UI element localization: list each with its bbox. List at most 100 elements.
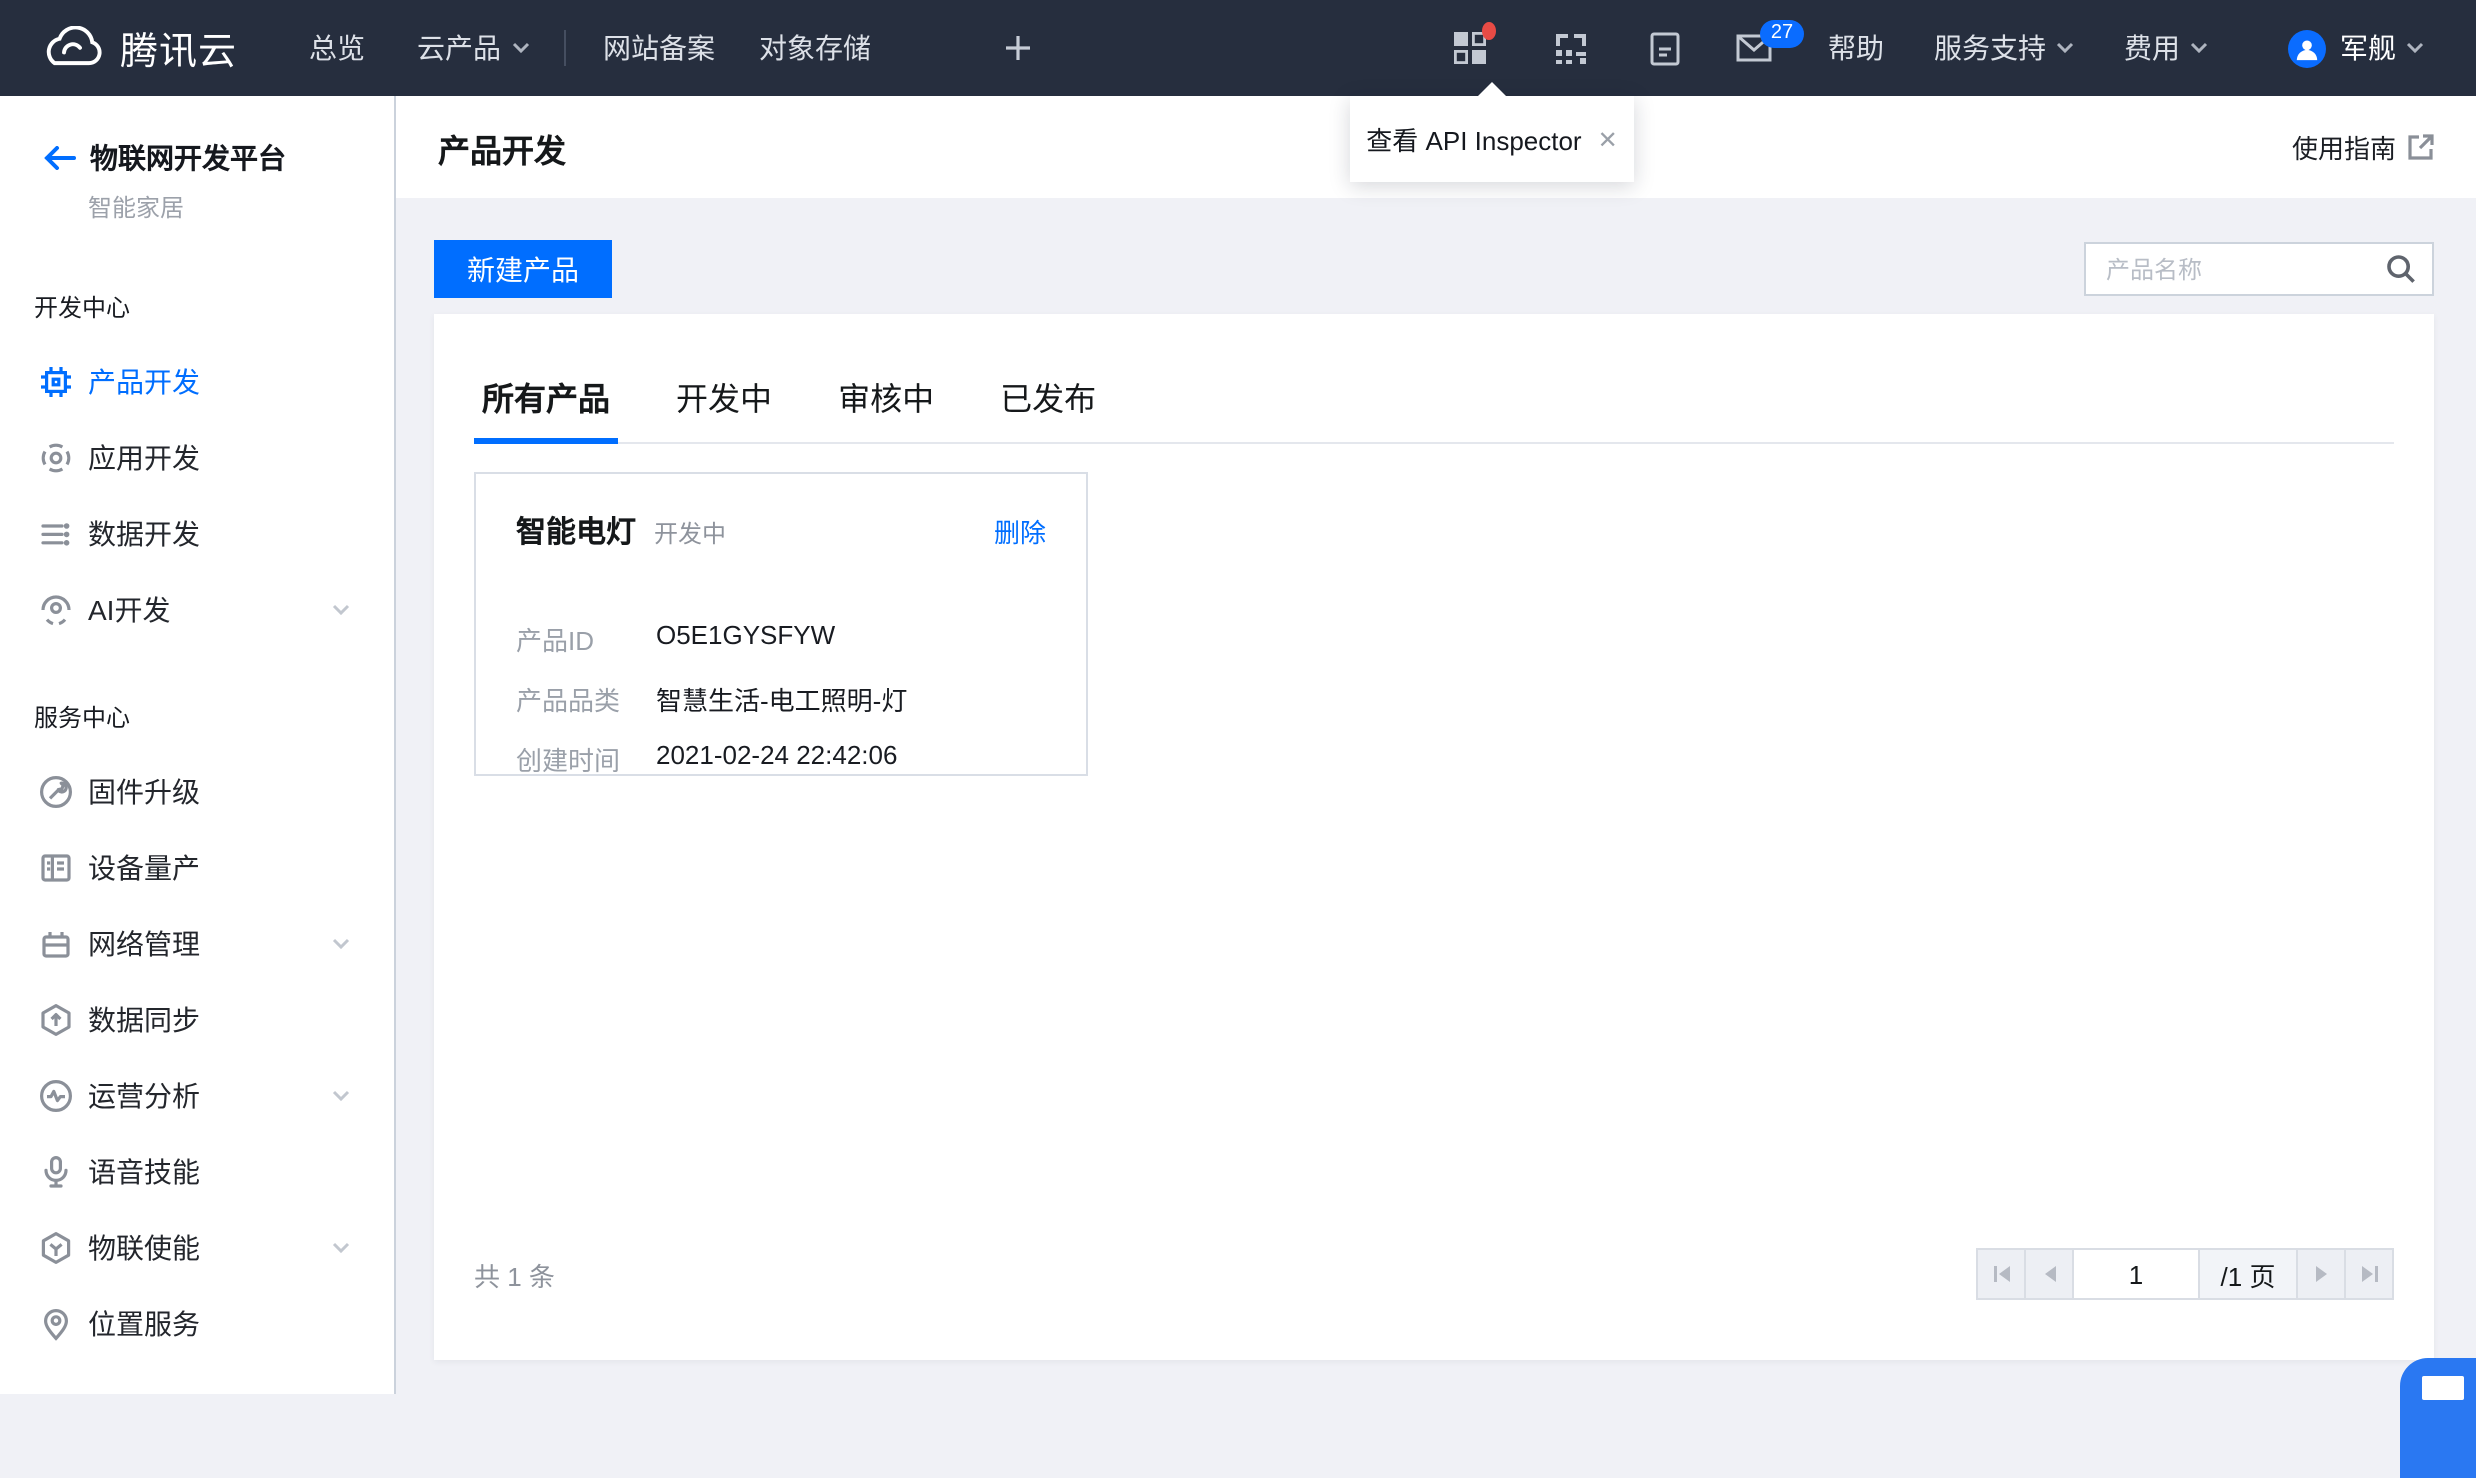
sidebar-item-network-mgmt[interactable]: 网络管理	[0, 906, 394, 982]
page-total-label: /1 页	[2198, 1248, 2298, 1300]
spec-sheet-icon	[38, 850, 74, 886]
app-target-icon	[38, 440, 74, 476]
sidebar-item-location-service[interactable]: 位置服务	[0, 1286, 394, 1362]
chevron-down-icon	[2190, 42, 2208, 54]
pulse-circle-icon	[38, 1078, 74, 1114]
new-product-button[interactable]: 新建产品	[434, 240, 612, 298]
toolbar: 新建产品	[434, 240, 2434, 298]
nav-object-storage[interactable]: 对象存储	[759, 28, 871, 68]
sidebar-item-data-dev[interactable]: 数据开发	[0, 496, 394, 572]
page-number-input[interactable]	[2072, 1248, 2200, 1300]
search-input[interactable]	[2086, 244, 2386, 294]
chat-widget-button[interactable]	[2400, 1358, 2476, 1478]
plus-icon[interactable]	[1003, 34, 1031, 62]
tabs: 所有产品 开发中 审核中 已发布	[474, 314, 2394, 444]
chip-icon	[38, 364, 74, 400]
data-flow-icon	[38, 516, 74, 552]
sidebar-header: 物联网开发平台 智能家居	[0, 96, 394, 224]
topbar: 腾讯云 总览 云产品 网站备案 对象存储	[0, 0, 2476, 96]
page-title: 产品开发	[438, 123, 566, 171]
nav-icp-filing[interactable]: 网站备案	[603, 28, 715, 68]
nav-cloud-products[interactable]: 云产品	[417, 28, 529, 68]
prev-page-button[interactable]	[2024, 1248, 2074, 1300]
chevron-down-icon	[332, 938, 350, 950]
chevron-down-icon	[332, 604, 350, 616]
sidebar-item-ops-analysis[interactable]: 运营分析	[0, 1058, 394, 1134]
product-card-header: 智能电灯 开发中 删除	[516, 510, 1046, 552]
project-name: 智能家居	[88, 190, 394, 224]
back-arrow-icon	[44, 146, 76, 170]
console-title: 物联网开发平台	[90, 138, 286, 178]
chat-icon	[2422, 1376, 2464, 1400]
last-page-button[interactable]	[2344, 1248, 2394, 1300]
field-row-created-at: 创建时间 2021-02-24 22:42:06	[516, 740, 1046, 778]
total-count: 共 1 条	[474, 1255, 555, 1293]
sidebar-item-firmware-upgrade[interactable]: 固件升级	[0, 754, 394, 830]
map-pin-icon	[38, 1306, 74, 1342]
app-root: 腾讯云 总览 云产品 网站备案 对象存储	[0, 0, 2476, 1394]
notification-dot	[1482, 22, 1496, 40]
tab-all-products[interactable]: 所有产品	[474, 372, 618, 444]
brand-name: 腾讯云	[120, 21, 237, 75]
product-search-box	[2084, 242, 2434, 296]
user-menu[interactable]: 军舰	[2340, 28, 2424, 68]
next-page-button[interactable]	[2296, 1248, 2346, 1300]
ai-lens-icon	[38, 592, 74, 628]
top-nav: 总览 云产品 网站备案 对象存储	[309, 28, 1031, 68]
content-area: 新建产品 所有产品 开发中 审核中 已发布 智能电灯 开发中	[396, 198, 2476, 1394]
apps-grid-icon[interactable]	[1452, 30, 1488, 66]
sidebar-item-product-dev[interactable]: 产品开发	[0, 344, 394, 420]
wrench-circle-icon	[38, 774, 74, 810]
network-box-icon	[38, 926, 74, 962]
product-status: 开发中	[654, 516, 726, 550]
close-icon[interactable]: ✕	[1598, 125, 1618, 153]
product-list-panel: 所有产品 开发中 审核中 已发布 智能电灯 开发中 删除 产品ID O5E1GY…	[434, 314, 2434, 1360]
usage-guide-link[interactable]: 使用指南	[2292, 128, 2434, 166]
chevron-down-icon	[332, 1242, 350, 1254]
nav-overview[interactable]: 总览	[309, 28, 365, 68]
tab-in-development[interactable]: 开发中	[668, 372, 780, 444]
nav-billing[interactable]: 费用	[2124, 28, 2208, 68]
panel-footer: 共 1 条 /1 页	[474, 1248, 2394, 1300]
sidebar-item-mass-production[interactable]: 设备量产	[0, 830, 394, 906]
field-row-product-id: 产品ID O5E1GYSFYW	[516, 620, 1046, 658]
nav-support[interactable]: 服务支持	[1934, 28, 2074, 68]
hexagon-icon	[38, 1230, 74, 1266]
sidebar-item-voice-skills[interactable]: 语音技能	[0, 1134, 394, 1210]
tab-published[interactable]: 已发布	[992, 372, 1104, 444]
product-name[interactable]: 智能电灯	[516, 510, 636, 552]
field-row-category: 产品品类 智慧生活-电工照明-灯	[516, 680, 1046, 718]
mail-badge: 27	[1760, 20, 1804, 48]
sidebar-back[interactable]: 物联网开发平台	[44, 138, 394, 178]
external-link-icon	[2396, 134, 2434, 160]
section-label-dev-center: 开发中心	[34, 290, 394, 324]
sidebar-item-data-sync[interactable]: 数据同步	[0, 982, 394, 1058]
search-icon[interactable]	[2386, 254, 2416, 284]
sidebar-item-ai-dev[interactable]: AI开发	[0, 572, 394, 648]
sidebar-item-app-dev[interactable]: 应用开发	[0, 420, 394, 496]
chevron-down-icon	[332, 1090, 350, 1102]
tooltip-text: 查看 API Inspector	[1366, 120, 1581, 158]
nav-divider	[563, 30, 565, 66]
product-fields: 产品ID O5E1GYSFYW 产品品类 智慧生活-电工照明-灯 创建时间 20…	[516, 620, 1046, 778]
mail-icon[interactable]: 27	[1736, 34, 1772, 62]
chevron-down-icon	[2056, 42, 2074, 54]
product-card[interactable]: 智能电灯 开发中 删除 产品ID O5E1GYSFYW 产品品类 智慧生活-电工…	[474, 472, 1088, 776]
delete-link[interactable]: 删除	[994, 512, 1046, 550]
brand-logo[interactable]: 腾讯云	[0, 21, 237, 75]
sidebar: 物联网开发平台 智能家居 开发中心 产品开发 应用开发	[0, 96, 396, 1394]
qr-scan-icon[interactable]	[1554, 31, 1588, 65]
sync-shield-icon	[38, 1002, 74, 1038]
document-icon[interactable]	[1650, 31, 1680, 65]
avatar[interactable]	[2288, 29, 2326, 67]
first-page-button[interactable]	[1976, 1248, 2026, 1300]
api-inspector-tooltip: 查看 API Inspector ✕	[1350, 96, 1634, 182]
nav-help[interactable]: 帮助	[1828, 28, 1884, 68]
chevron-down-icon	[2406, 42, 2424, 54]
pagination: /1 页	[1976, 1248, 2394, 1300]
sidebar-item-iot-enable[interactable]: 物联使能	[0, 1210, 394, 1286]
tab-under-review[interactable]: 审核中	[830, 372, 942, 444]
chevron-down-icon	[511, 42, 529, 54]
microphone-icon	[38, 1154, 74, 1190]
section-label-service-center: 服务中心	[34, 700, 394, 734]
